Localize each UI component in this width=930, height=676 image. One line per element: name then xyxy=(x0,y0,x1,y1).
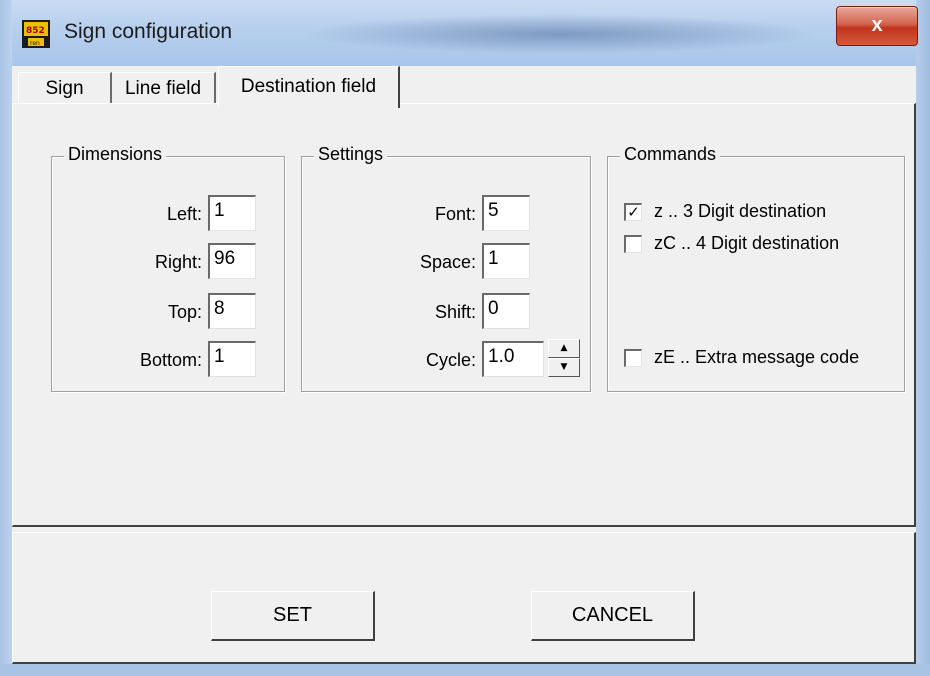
commands-group-title: Commands xyxy=(620,144,721,165)
window-frame-bottom xyxy=(0,664,930,676)
client-area: Sign Line field Destination field Dimens… xyxy=(12,66,916,664)
cycle-label: Cycle: xyxy=(425,350,476,370)
app-sign-icon: 852 ren xyxy=(22,20,50,48)
window-frame-left xyxy=(0,0,12,676)
bottom-input[interactable]: 1 xyxy=(208,341,256,377)
command-zc-label: zC .. 4 Digit destination xyxy=(654,233,840,253)
left-input[interactable]: 1 xyxy=(208,195,256,231)
close-button[interactable]: x xyxy=(836,6,918,46)
check-icon[interactable]: ✓ xyxy=(624,203,642,221)
dimensions-group-title: Dimensions xyxy=(64,144,167,165)
shift-row: Shift: xyxy=(302,295,476,333)
space-row: Space: xyxy=(302,245,476,283)
top-input[interactable]: 8 xyxy=(208,293,256,329)
settings-group: Settings Font: 5 Space: 1 Shift: 0 Cycle… xyxy=(301,144,591,392)
commands-group: Commands ✓ z .. 3 Digit destination zC .… xyxy=(607,144,905,392)
shift-input[interactable]: 0 xyxy=(482,293,530,329)
top-row: Top: xyxy=(52,295,202,333)
cancel-button[interactable]: CANCEL xyxy=(531,591,695,641)
command-zc-checkbox[interactable] xyxy=(624,235,642,253)
left-row: Left: xyxy=(52,197,202,235)
tab-line-field[interactable]: Line field xyxy=(112,72,216,104)
tab-sign[interactable]: Sign xyxy=(18,72,112,104)
font-input[interactable]: 5 xyxy=(482,195,530,231)
bottom-row: Bottom: xyxy=(52,343,202,381)
bottom-label: Bottom: xyxy=(139,350,202,370)
left-label: Left: xyxy=(166,204,202,224)
spin-down-icon[interactable]: ▼ xyxy=(548,358,580,377)
title-glow xyxy=(300,14,820,54)
font-row: Font: xyxy=(302,197,476,235)
svg-text:ren: ren xyxy=(30,40,40,47)
set-button[interactable]: SET xyxy=(211,591,375,641)
command-ze-checkbox[interactable] xyxy=(624,349,642,367)
destination-field-panel: Dimensions Left: 1 Right: 96 Top: 8 Bott… xyxy=(12,103,916,527)
cycle-spinner[interactable]: ▲ ▼ xyxy=(548,339,580,377)
command-z-label: z .. 3 Digit destination xyxy=(654,201,827,221)
dimensions-group: Dimensions Left: 1 Right: 96 Top: 8 Bott… xyxy=(51,144,285,392)
shift-label: Shift: xyxy=(434,302,476,322)
sign-configuration-window: 852 ren Sign configuration x Sign Line f… xyxy=(0,0,930,676)
window-frame-right xyxy=(916,0,930,676)
font-label: Font: xyxy=(434,204,476,224)
space-label: Space: xyxy=(419,252,476,272)
top-label: Top: xyxy=(167,302,202,322)
tab-destination-field[interactable]: Destination field xyxy=(218,66,400,108)
cycle-row: Cycle: xyxy=(302,343,476,381)
right-label: Right: xyxy=(154,252,202,272)
svg-text:852: 852 xyxy=(26,26,45,36)
right-row: Right: xyxy=(52,245,202,283)
space-input[interactable]: 1 xyxy=(482,243,530,279)
spin-up-icon[interactable]: ▲ xyxy=(548,339,580,358)
command-zc-row[interactable]: zC .. 4 Digit destination xyxy=(624,233,904,257)
settings-group-title: Settings xyxy=(314,144,388,165)
command-z-row[interactable]: ✓ z .. 3 Digit destination xyxy=(624,201,904,225)
window-title: Sign configuration xyxy=(64,20,233,43)
right-input[interactable]: 96 xyxy=(208,243,256,279)
cycle-input[interactable]: 1.0 xyxy=(482,341,544,377)
command-ze-row[interactable]: zE .. Extra message code xyxy=(624,347,904,371)
command-ze-label: zE .. Extra message code xyxy=(654,347,860,367)
button-panel: SET CANCEL xyxy=(12,532,916,664)
